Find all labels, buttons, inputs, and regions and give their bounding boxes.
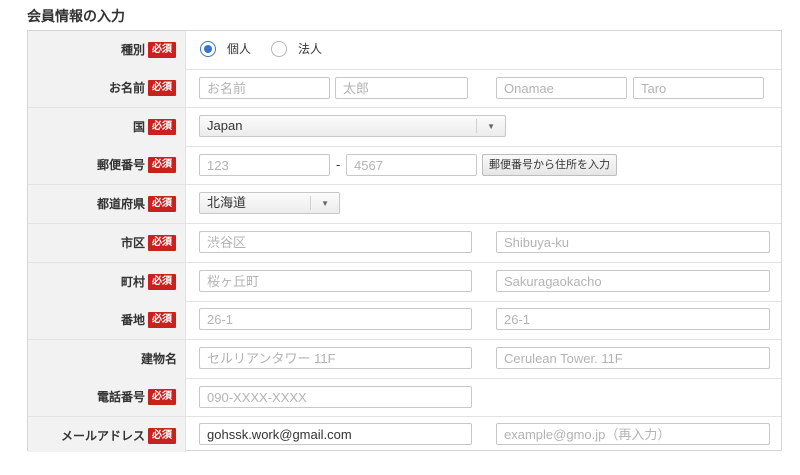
prefecture-label: 都道府県 [96, 197, 145, 211]
required-badge: 必須 [148, 389, 176, 405]
select-divider [476, 119, 477, 133]
member-info-form: 種別 必須 個人 法人 お名前 必須 国 必須 Japan ▼ 郵便番号 [27, 30, 782, 452]
required-badge: 必須 [148, 42, 176, 58]
row-postal: 郵便番号 必須 - 郵便番号から住所を入力 [28, 146, 781, 185]
city-roman-input[interactable] [496, 231, 770, 253]
dropdown-arrow-icon: ▼ [487, 122, 495, 131]
country-label: 国 [132, 120, 145, 134]
select-divider [310, 196, 311, 210]
label-cell: 市区 必須 [28, 224, 186, 262]
building-label: 建物名 [140, 352, 177, 366]
town-input[interactable] [199, 270, 472, 292]
street-roman-input[interactable] [496, 308, 770, 330]
street-input[interactable] [199, 308, 472, 330]
row-city: 市区 必須 [28, 224, 781, 263]
country-select-value: Japan [207, 118, 243, 133]
town-label: 町村 [120, 275, 145, 289]
label-cell: 建物名 [28, 340, 186, 378]
row-name: お名前 必須 [28, 69, 781, 108]
postal-separator: - [336, 157, 341, 172]
row-phone: 電話番号 必須 [28, 378, 781, 417]
prefecture-select[interactable]: 北海道 ▼ [199, 192, 340, 214]
row-street: 番地 必須 [28, 301, 781, 340]
dropdown-arrow-icon: ▼ [321, 199, 329, 208]
phone-label: 電話番号 [96, 390, 145, 404]
email-confirm-input[interactable] [496, 423, 770, 445]
type-label: 種別 [120, 43, 145, 57]
radio-individual[interactable] [200, 41, 216, 57]
row-country: 国 必須 Japan ▼ [28, 108, 781, 147]
city-label: 市区 [120, 236, 145, 250]
country-select[interactable]: Japan ▼ [199, 115, 506, 137]
row-type: 種別 必須 個人 法人 [28, 31, 781, 70]
street-label: 番地 [120, 313, 145, 327]
required-badge: 必須 [148, 80, 176, 96]
label-cell: 国 必須 [28, 108, 186, 146]
email-input[interactable] [199, 423, 472, 445]
email-label: メールアドレス [60, 429, 145, 443]
label-cell: お名前 必須 [28, 69, 186, 107]
town-roman-input[interactable] [496, 270, 770, 292]
row-email: メールアドレス 必須 [28, 417, 781, 452]
phone-input[interactable] [199, 386, 472, 408]
required-badge: 必須 [148, 428, 176, 444]
name-label: お名前 [108, 81, 145, 95]
row-building: 建物名 [28, 340, 781, 379]
last-name-roman-input[interactable] [496, 77, 627, 99]
radio-individual-label[interactable]: 個人 [227, 41, 251, 57]
required-badge: 必須 [148, 157, 176, 173]
label-cell: 電話番号 必須 [28, 378, 186, 416]
prefecture-select-value: 北海道 [207, 195, 247, 210]
city-input[interactable] [199, 231, 472, 253]
required-badge: 必須 [148, 235, 176, 251]
required-badge: 必須 [148, 312, 176, 328]
label-cell: 種別 必須 [28, 31, 186, 69]
building-roman-input[interactable] [496, 347, 770, 369]
label-cell: 郵便番号 必須 [28, 146, 186, 184]
row-town: 町村 必須 [28, 263, 781, 302]
postal-label: 郵便番号 [96, 158, 145, 172]
label-cell: 都道府県 必須 [28, 185, 186, 223]
postal-code-second-input[interactable] [346, 154, 477, 176]
radio-corporation[interactable] [271, 41, 287, 57]
label-cell: メールアドレス 必須 [28, 417, 186, 452]
first-name-roman-input[interactable] [633, 77, 764, 99]
postal-lookup-button[interactable]: 郵便番号から住所を入力 [482, 154, 617, 176]
label-cell: 町村 必須 [28, 263, 186, 301]
last-name-input[interactable] [199, 77, 330, 99]
required-badge: 必須 [148, 196, 176, 212]
section-title: 会員情報の入力 [27, 8, 125, 24]
postal-code-first-input[interactable] [199, 154, 330, 176]
label-cell: 番地 必須 [28, 301, 186, 339]
required-badge: 必須 [148, 274, 176, 290]
building-input[interactable] [199, 347, 472, 369]
radio-corporation-label[interactable]: 法人 [298, 41, 322, 57]
required-badge: 必須 [148, 119, 176, 135]
row-prefecture: 都道府県 必須 北海道 ▼ [28, 185, 781, 224]
first-name-input[interactable] [335, 77, 468, 99]
